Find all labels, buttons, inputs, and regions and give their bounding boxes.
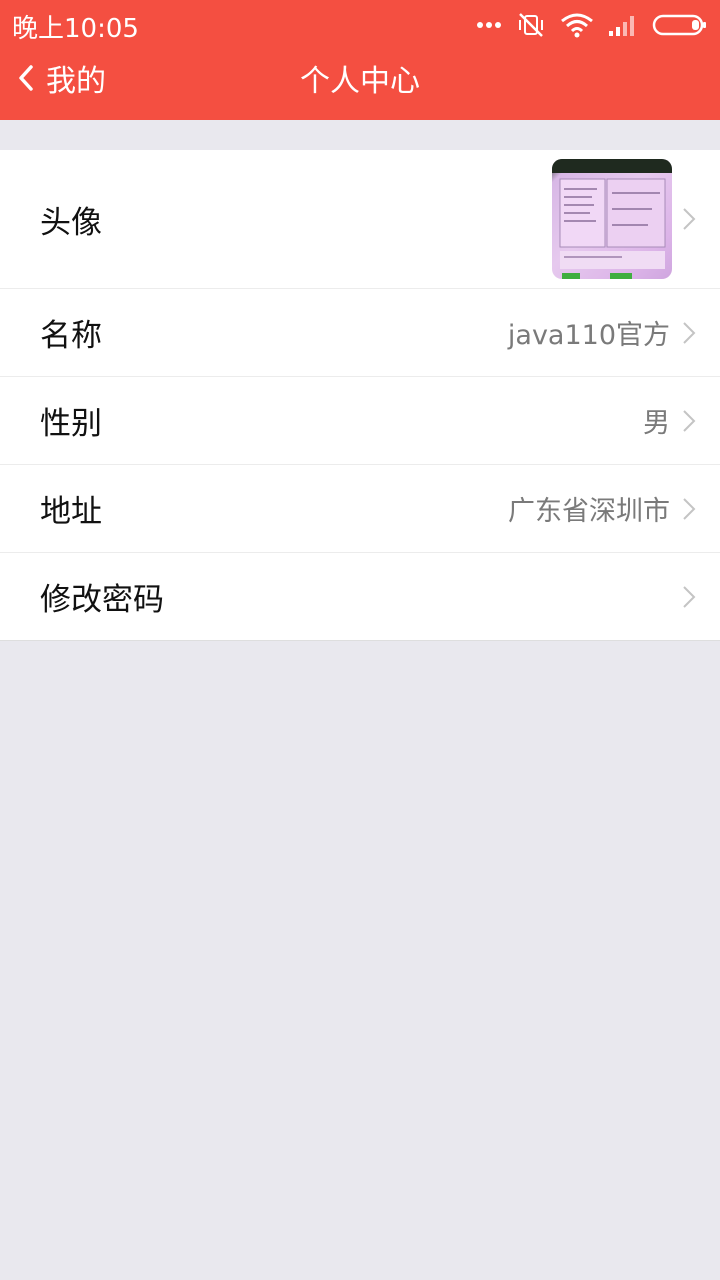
chevron-left-icon (19, 65, 33, 91)
row-label: 性别 (40, 406, 102, 442)
row-label: 修改密码 (40, 582, 164, 618)
page-title: 个人中心 (300, 64, 420, 99)
row-name[interactable]: 名称 java110官方 (0, 289, 720, 377)
back-label: 我的 (46, 64, 106, 99)
row-label: 地址 (40, 494, 102, 530)
back-button[interactable]: 我的 (18, 50, 106, 106)
signal-icon (609, 16, 634, 36)
chevron-right-icon (682, 553, 696, 640)
row-avatar[interactable]: 头像 (0, 150, 720, 289)
vibrate-off-icon (519, 13, 543, 37)
avatar (552, 159, 672, 279)
chevron-right-icon (682, 465, 696, 552)
battery-icon (652, 14, 706, 36)
row-label: 头像 (40, 204, 102, 241)
row-change-password[interactable]: 修改密码 (0, 553, 720, 641)
status-icons (476, 8, 708, 42)
row-value: java110官方 (507, 320, 670, 351)
app-header: 晚上10:05 我的 个人中心 (0, 0, 720, 120)
chevron-right-icon (682, 377, 696, 464)
profile-list: 头像 名称 java110官方 性别 男 地址 广东省深圳市 修改密码 (0, 150, 720, 641)
avatar-image (552, 159, 672, 279)
chevron-right-icon (682, 150, 696, 288)
row-value: 男 (643, 408, 670, 439)
row-address[interactable]: 地址 广东省深圳市 (0, 465, 720, 553)
row-label: 名称 (40, 318, 102, 354)
status-bar: 晚上10:05 (0, 0, 720, 50)
more-dots-icon (477, 22, 501, 28)
row-gender[interactable]: 性别 男 (0, 377, 720, 465)
row-value: 广东省深圳市 (508, 496, 670, 527)
chevron-right-icon (682, 289, 696, 376)
wifi-icon (561, 13, 593, 38)
status-time: 晚上10:05 (12, 14, 139, 44)
nav-bar: 我的 个人中心 (0, 50, 720, 120)
